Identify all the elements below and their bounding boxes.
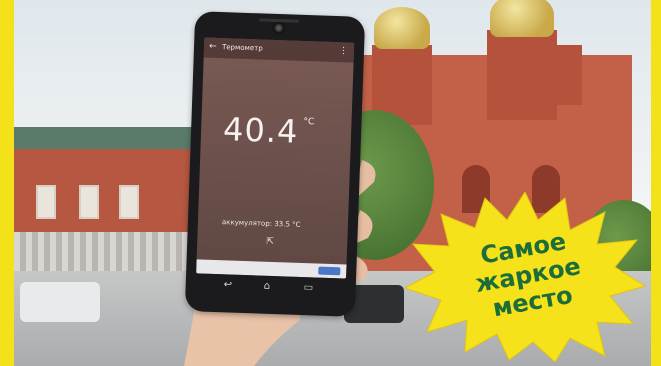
building-window — [36, 185, 56, 219]
church-dome — [374, 7, 430, 49]
church-dome — [490, 0, 554, 37]
recents-nav-icon[interactable]: ▭ — [304, 282, 314, 293]
back-nav-icon[interactable]: ↩ — [224, 279, 233, 290]
temperature-unit: °C — [303, 116, 315, 128]
phone-screen: ← Термометр ⋮ 40.4 °C аккумулятор: 33.5 … — [196, 37, 355, 279]
temperature-readout: 40.4 — [222, 110, 300, 151]
arrow-left-icon[interactable]: ← — [209, 42, 217, 52]
more-vert-icon[interactable]: ⋮ — [339, 46, 348, 56]
share-icon[interactable]: ⇱ — [266, 237, 274, 247]
app-title: Термометр — [221, 43, 263, 53]
smartphone: ← Термометр ⋮ 40.4 °C аккумулятор: 33.5 … — [184, 11, 366, 317]
battery-temperature: аккумулятор: 33.5 °C — [221, 218, 301, 229]
left-border-strip — [0, 0, 14, 366]
white-car — [20, 282, 100, 322]
ad-button[interactable] — [318, 266, 341, 276]
app-bar: ← Термометр ⋮ — [203, 37, 355, 63]
ad-banner[interactable] — [196, 259, 347, 279]
home-nav-icon[interactable]: ⌂ — [264, 281, 271, 292]
building-window — [79, 185, 99, 219]
front-camera — [272, 21, 285, 35]
church-tower — [542, 45, 582, 105]
right-border-strip — [651, 0, 661, 366]
android-nav-bar: ↩ ⌂ ▭ — [195, 276, 346, 299]
photo-frame: ← Термометр ⋮ 40.4 °C аккумулятор: 33.5 … — [0, 0, 661, 366]
